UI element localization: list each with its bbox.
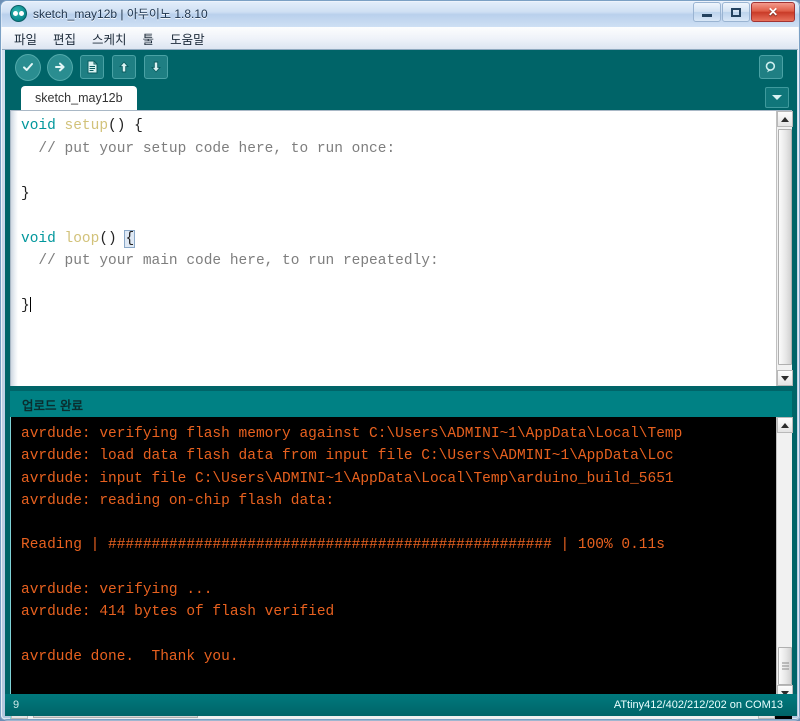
arrow-down-icon (144, 55, 168, 79)
editor-line: // put your setup code here, to run once… (21, 138, 775, 161)
editor-line: } (21, 295, 775, 318)
code-token: void (21, 230, 56, 247)
serial-monitor-icon (759, 55, 783, 79)
code-token: () (99, 230, 126, 247)
check-icon (15, 53, 41, 81)
menu-item-sketch[interactable]: 스케치 (90, 27, 129, 50)
editor-scroll-up-button[interactable] (777, 111, 793, 127)
line-number-indicator: 9 (13, 699, 20, 711)
arduino-logo-icon (10, 5, 27, 22)
console-line: avrdude: 414 bytes of flash verified (21, 604, 335, 621)
text-caret (29, 297, 31, 312)
editor-line: void loop() { (21, 228, 775, 251)
menu-bar: 파일 편집 스케치 툴 도움말 (2, 27, 798, 50)
console-scroll-area: avrdude: verifying flash memory against … (11, 417, 775, 701)
code-token: { (124, 229, 136, 248)
window-controls: ✕ (693, 2, 795, 22)
serial-monitor-button[interactable] (759, 55, 783, 79)
code-editor[interactable]: void setup() { // put your setup code he… (10, 110, 793, 386)
triangle-up-icon (781, 116, 789, 122)
toolbar (5, 50, 797, 84)
scroll-grip-icon (782, 661, 789, 672)
editor-gutter (11, 111, 18, 386)
console-line: avrdude: verifying flash memory against … (21, 426, 683, 442)
console-text: avrdude: verifying flash memory against … (11, 417, 775, 668)
menu-item-tools[interactable]: 툴 (141, 27, 157, 50)
code-token: } (21, 185, 30, 202)
triangle-down-icon (781, 375, 789, 381)
new-file-icon (80, 55, 104, 79)
code-token: // put your setup code here, to run once… (21, 140, 396, 157)
minimize-button[interactable] (693, 2, 721, 22)
board-port-indicator: ATtiny412/402/212/202 on COM13 (613, 699, 783, 711)
status-message-text: 업로드 완료 (22, 398, 83, 413)
menu-item-edit[interactable]: 편집 (51, 27, 78, 50)
console-line: Reading | ##############################… (21, 537, 665, 554)
code-token: setup (64, 118, 109, 134)
window-title: sketch_may12b | 아두이노 1.8.10 (33, 7, 208, 21)
open-button[interactable] (111, 54, 137, 80)
title-group: sketch_may12b | 아두이노 1.8.10 (10, 5, 208, 22)
arrow-up-icon (112, 55, 136, 79)
editor-line: void setup() { (21, 115, 775, 138)
arrow-right-icon (47, 53, 73, 81)
menu-item-help[interactable]: 도움말 (168, 27, 207, 50)
editor-line (21, 273, 775, 296)
editor-line: } (21, 183, 775, 206)
new-button[interactable] (79, 54, 105, 80)
window-frame: sketch_may12b | 아두이노 1.8.10 ✕ 파일 편집 스케치 … (0, 0, 800, 720)
code-token: () { (108, 118, 143, 134)
menu-item-file[interactable]: 파일 (12, 27, 39, 50)
code-token: } (21, 298, 30, 314)
editor-vertical-scrollbar[interactable] (776, 111, 793, 386)
editor-code-area[interactable]: void setup() { // put your setup code he… (21, 111, 775, 386)
ide-body: sketch_may12b void setup() { // put your… (5, 50, 797, 719)
editor-line: // put your main code here, to run repea… (21, 250, 775, 273)
console-line: avrdude: load data flash data from input… (21, 448, 674, 465)
editor-scroll-thumb[interactable] (778, 129, 792, 365)
editor-scroll-down-button[interactable] (777, 370, 793, 386)
arduino-ide-window: sketch_may12b | 아두이노 1.8.10 ✕ 파일 편집 스케치 … (0, 0, 800, 720)
tab-strip: sketch_may12b (5, 84, 797, 110)
minimize-icon (702, 13, 712, 17)
triangle-up-icon (781, 422, 789, 428)
upload-button[interactable] (47, 53, 73, 81)
code-token: // put your main code here, to run repea… (21, 253, 439, 269)
code-token: loop (64, 230, 100, 247)
editor-line (21, 205, 775, 228)
bottom-status-bar: 9 ATtiny412/402/212/202 on COM13 (5, 694, 797, 716)
title-bar: sketch_may12b | 아두이노 1.8.10 ✕ (1, 1, 799, 27)
console-line: avrdude: reading on-chip flash data: (21, 492, 335, 509)
console-line: avrdude: input file C:\Users\ADMINI~1\Ap… (21, 470, 674, 487)
close-button[interactable]: ✕ (751, 2, 795, 22)
maximize-icon (731, 7, 741, 17)
tab-menu-button[interactable] (765, 87, 789, 108)
tab-sketch-may12b[interactable]: sketch_may12b (21, 86, 137, 110)
console-line: avrdude done. Thank you. (21, 648, 239, 665)
console-scroll-up-button[interactable] (777, 417, 793, 433)
code-token: void (21, 118, 56, 134)
console-scroll-thumb[interactable] (778, 647, 792, 685)
status-message-bar: 업로드 완료 (10, 391, 792, 417)
save-button[interactable] (143, 54, 169, 80)
toolbar-buttons (15, 53, 169, 81)
console-line: avrdude: verifying ... (21, 582, 213, 599)
chevron-down-icon (772, 95, 782, 100)
verify-button[interactable] (15, 53, 41, 81)
console-vertical-scrollbar[interactable] (776, 417, 793, 701)
console-output[interactable]: avrdude: verifying flash memory against … (10, 417, 793, 719)
maximize-button[interactable] (722, 2, 750, 22)
editor-line (21, 160, 775, 183)
